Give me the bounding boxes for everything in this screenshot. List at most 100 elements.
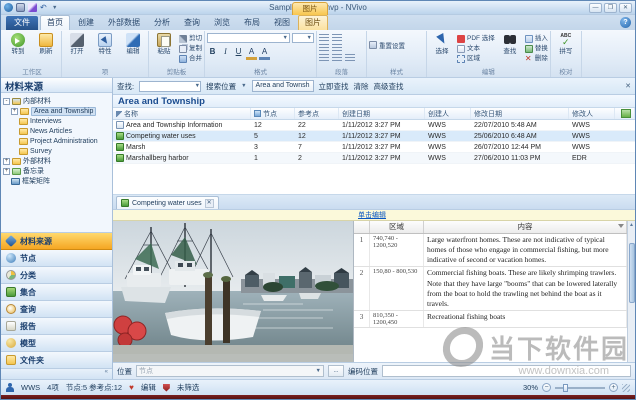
expand-icon[interactable]: + — [3, 168, 10, 175]
browse-button[interactable]: ... — [328, 365, 344, 377]
scrollbar-thumb[interactable] — [629, 243, 635, 303]
paste-button[interactable]: 粘贴 — [151, 32, 177, 55]
tree-item-news-articles[interactable]: News Articles — [3, 126, 110, 136]
table-row[interactable]: Area and Township Information 12 22 1/11… — [113, 120, 635, 131]
tab-layout[interactable]: 布局 — [238, 16, 266, 30]
search-scope-button[interactable]: Area and Townsh — [252, 80, 314, 92]
collapse-icon[interactable]: - — [3, 98, 10, 105]
expand-icon[interactable]: + — [3, 158, 10, 165]
align-left-icon[interactable] — [319, 54, 329, 62]
scroll-up-icon[interactable]: ▲ — [629, 221, 634, 229]
nav-button-folders[interactable]: 文件夹 — [1, 352, 112, 369]
column-header-created[interactable]: 创建日期 — [339, 108, 425, 119]
column-chooser[interactable] — [615, 108, 635, 119]
advanced-find-button[interactable]: 高级查找 — [374, 81, 404, 92]
nav-button-reports[interactable]: 报告 — [1, 318, 112, 335]
qat-dropdown-icon[interactable]: ▼ — [52, 5, 57, 11]
tab-analyze[interactable]: 分析 — [148, 16, 176, 30]
status-edit-mode[interactable]: 编辑 — [141, 382, 156, 393]
search-in-dropdown-icon[interactable]: ▼ — [241, 83, 246, 89]
indent-icon[interactable] — [319, 44, 329, 52]
nav-button-classifications[interactable]: 分类 — [1, 267, 112, 284]
filter-icon[interactable] — [618, 224, 624, 231]
tab-query[interactable]: 查询 — [178, 16, 206, 30]
content-column-header[interactable]: 内容 — [424, 221, 627, 233]
align-center-icon[interactable] — [332, 54, 342, 62]
region-column-header[interactable]: 区域 — [370, 221, 424, 233]
find-bar-close-icon[interactable]: ✕ — [625, 82, 631, 90]
region-row[interactable]: 3 810,350 - 1200,450 Recreational fishin… — [354, 311, 627, 328]
highlight-button[interactable]: A — [259, 47, 270, 60]
maximize-button[interactable]: ❐ — [604, 3, 617, 13]
harbor-photo[interactable] — [113, 221, 353, 362]
font-family-combo[interactable]: ▼ — [207, 33, 290, 43]
bullet-list-icon[interactable] — [319, 34, 329, 42]
close-button[interactable]: ✕ — [619, 3, 632, 13]
open-button[interactable]: 打开 — [64, 32, 90, 55]
properties-button[interactable]: 特性 — [92, 32, 118, 55]
edit-button[interactable]: 编辑 — [120, 32, 146, 55]
zoom-out-button[interactable]: − — [542, 383, 551, 392]
tree-item-project-administration[interactable]: Project Administration — [3, 136, 110, 146]
copy-button[interactable]: 复制 — [179, 44, 202, 53]
detail-tab-competing-water-uses[interactable]: Competing water uses ✕ — [116, 196, 219, 209]
table-row[interactable]: Competing water uses 5 12 1/11/2012 3:27… — [113, 131, 635, 142]
column-header-modified[interactable]: 修改日期 — [471, 108, 569, 119]
code-at-input[interactable] — [382, 365, 631, 377]
click-to-edit-link[interactable]: 单击编辑 — [358, 210, 386, 220]
tree-item-interviews[interactable]: Interviews — [3, 116, 110, 126]
find-input[interactable]: ▼ — [139, 81, 201, 92]
nav-button-queries[interactable]: 查询 — [1, 301, 112, 318]
pdf-select-button[interactable]: PDF 选择 — [457, 34, 495, 43]
spelling-button[interactable]: ABC ✓ 拼写 — [553, 32, 579, 55]
column-header-modified-by[interactable]: 修改人 — [569, 108, 615, 119]
tree-item-area-township[interactable]: + Area and Township — [3, 106, 110, 116]
cut-button[interactable]: 剪切 — [179, 34, 202, 43]
tree-item-externals[interactable]: + 外部材料 — [3, 156, 110, 166]
nav-button-sources[interactable]: 材料来源 — [1, 233, 112, 250]
insert-button[interactable]: 插入 — [525, 34, 548, 43]
bold-button[interactable]: B — [207, 47, 218, 60]
refresh-button[interactable]: 刷新 — [33, 32, 59, 55]
italic-button[interactable]: I — [220, 47, 231, 60]
find-button[interactable]: 查找 — [497, 32, 523, 55]
underline-button[interactable]: U — [233, 47, 244, 60]
nav-button-nodes[interactable]: 节点 — [1, 250, 112, 267]
save-icon[interactable] — [16, 3, 25, 12]
reset-settings-button[interactable]: 重置设置 — [369, 40, 405, 50]
column-header-nodes[interactable]: 节点 — [251, 108, 295, 119]
undo-icon[interactable]: ↶ — [40, 3, 49, 12]
tab-picture[interactable]: 图片 — [298, 15, 328, 30]
font-size-combo[interactable]: ▼ — [292, 33, 314, 43]
zoom-in-button[interactable]: + — [609, 383, 618, 392]
status-filter[interactable]: 未筛选 — [177, 382, 200, 393]
text-select-button[interactable]: 文本 — [457, 44, 495, 53]
delete-button[interactable]: 删除 — [525, 54, 548, 63]
tab-view[interactable]: 视图 — [268, 16, 296, 30]
table-row[interactable]: Marsh 3 7 1/11/2012 3:27 PM WWS 26/07/20… — [113, 142, 635, 153]
tab-create[interactable]: 创建 — [72, 16, 100, 30]
tab-home[interactable]: 首页 — [40, 15, 70, 30]
tree-item-survey[interactable]: Survey — [3, 146, 110, 156]
font-color-button[interactable]: A — [246, 47, 257, 60]
select-button[interactable]: 选择 — [429, 32, 455, 55]
replace-button[interactable]: 替换 — [525, 44, 548, 53]
merge-button[interactable]: 合并 — [179, 54, 202, 63]
column-header-name[interactable]: 名称 — [113, 108, 251, 119]
nav-collapse-chevron[interactable]: « — [1, 369, 112, 379]
detail-tab-close-icon[interactable]: ✕ — [205, 199, 214, 208]
find-now-button[interactable]: 立即查找 — [319, 81, 349, 92]
tree-item-framework-matrices[interactable]: 框架矩阵 — [3, 176, 110, 186]
column-header-references[interactable]: 参考点 — [295, 108, 339, 119]
nav-button-collections[interactable]: 集合 — [1, 284, 112, 301]
tab-external-data[interactable]: 外部数据 — [102, 16, 146, 30]
number-list-icon[interactable] — [332, 34, 342, 42]
zoom-slider[interactable] — [555, 387, 605, 389]
location-combo[interactable]: 节点 ▼ — [136, 365, 324, 377]
tree-item-internals[interactable]: - 内部材料 — [3, 96, 110, 106]
zoom-slider-thumb[interactable] — [563, 384, 568, 392]
align-right-icon[interactable] — [345, 54, 355, 62]
region-row[interactable]: 1 740,740 - 1200,520 Large waterfront ho… — [354, 234, 627, 267]
vertical-scrollbar[interactable]: ▲ — [627, 221, 635, 362]
region-select-button[interactable]: 区域 — [457, 54, 495, 63]
